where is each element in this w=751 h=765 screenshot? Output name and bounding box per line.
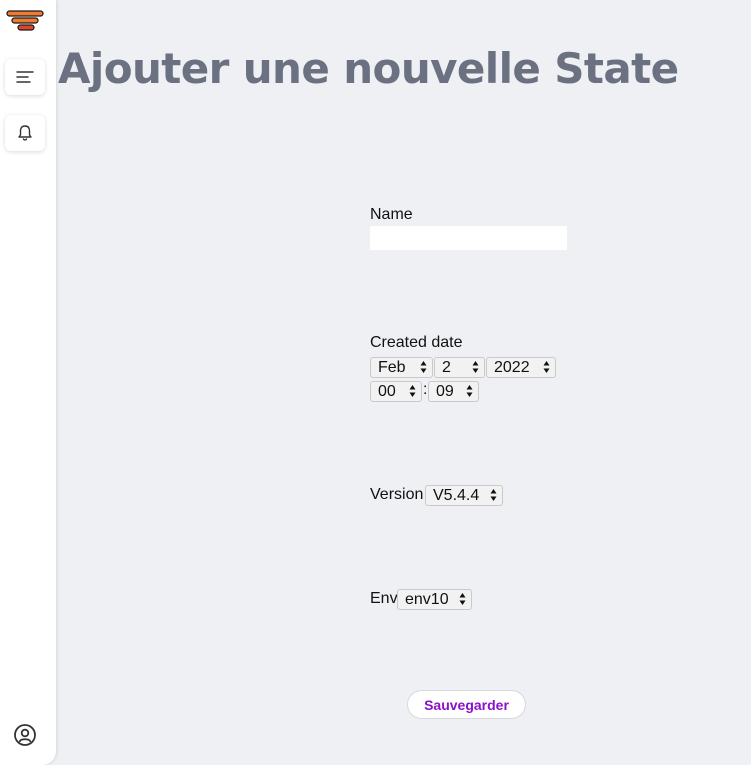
version-value: V5.4.4 — [433, 487, 480, 504]
page-title: Ajouter une nouvelle State — [58, 44, 679, 93]
env-value: env10 — [405, 591, 449, 608]
select-arrows-icon — [409, 385, 416, 397]
month-select[interactable]: Feb — [370, 357, 433, 378]
env-label: Env — [370, 590, 398, 607]
select-arrows-icon — [490, 489, 497, 501]
day-select[interactable]: 2 — [434, 357, 485, 378]
sidebar — [0, 0, 56, 765]
year-select[interactable]: 2022 — [486, 357, 556, 378]
version-label: Version — [370, 486, 424, 503]
sidebar-notifications-button[interactable] — [5, 115, 45, 151]
stacked-bars-logo[interactable] — [5, 8, 45, 34]
time-separator: : — [423, 381, 428, 398]
menu-lines-icon — [16, 71, 34, 83]
sidebar-menu-button[interactable] — [5, 59, 45, 95]
minute-select[interactable]: 09 — [428, 381, 479, 402]
save-button[interactable]: Sauvegarder — [407, 690, 526, 719]
account-button[interactable] — [12, 722, 38, 748]
select-arrows-icon — [543, 361, 550, 373]
name-input[interactable] — [370, 226, 567, 250]
select-arrows-icon — [420, 361, 427, 373]
month-value: Feb — [378, 359, 406, 376]
select-arrows-icon — [472, 361, 479, 373]
env-select[interactable]: env10 — [397, 589, 472, 610]
minute-value: 09 — [436, 383, 454, 400]
select-arrows-icon — [466, 385, 473, 397]
account-circle-icon — [14, 724, 36, 746]
name-label: Name — [370, 206, 413, 223]
bell-icon — [18, 125, 32, 141]
day-value: 2 — [442, 359, 451, 376]
hour-select[interactable]: 00 — [370, 381, 422, 402]
select-arrows-icon — [459, 593, 466, 605]
year-value: 2022 — [494, 359, 530, 376]
created-date-label: Created date — [370, 334, 463, 351]
version-select[interactable]: V5.4.4 — [425, 485, 503, 506]
hour-value: 00 — [378, 383, 396, 400]
